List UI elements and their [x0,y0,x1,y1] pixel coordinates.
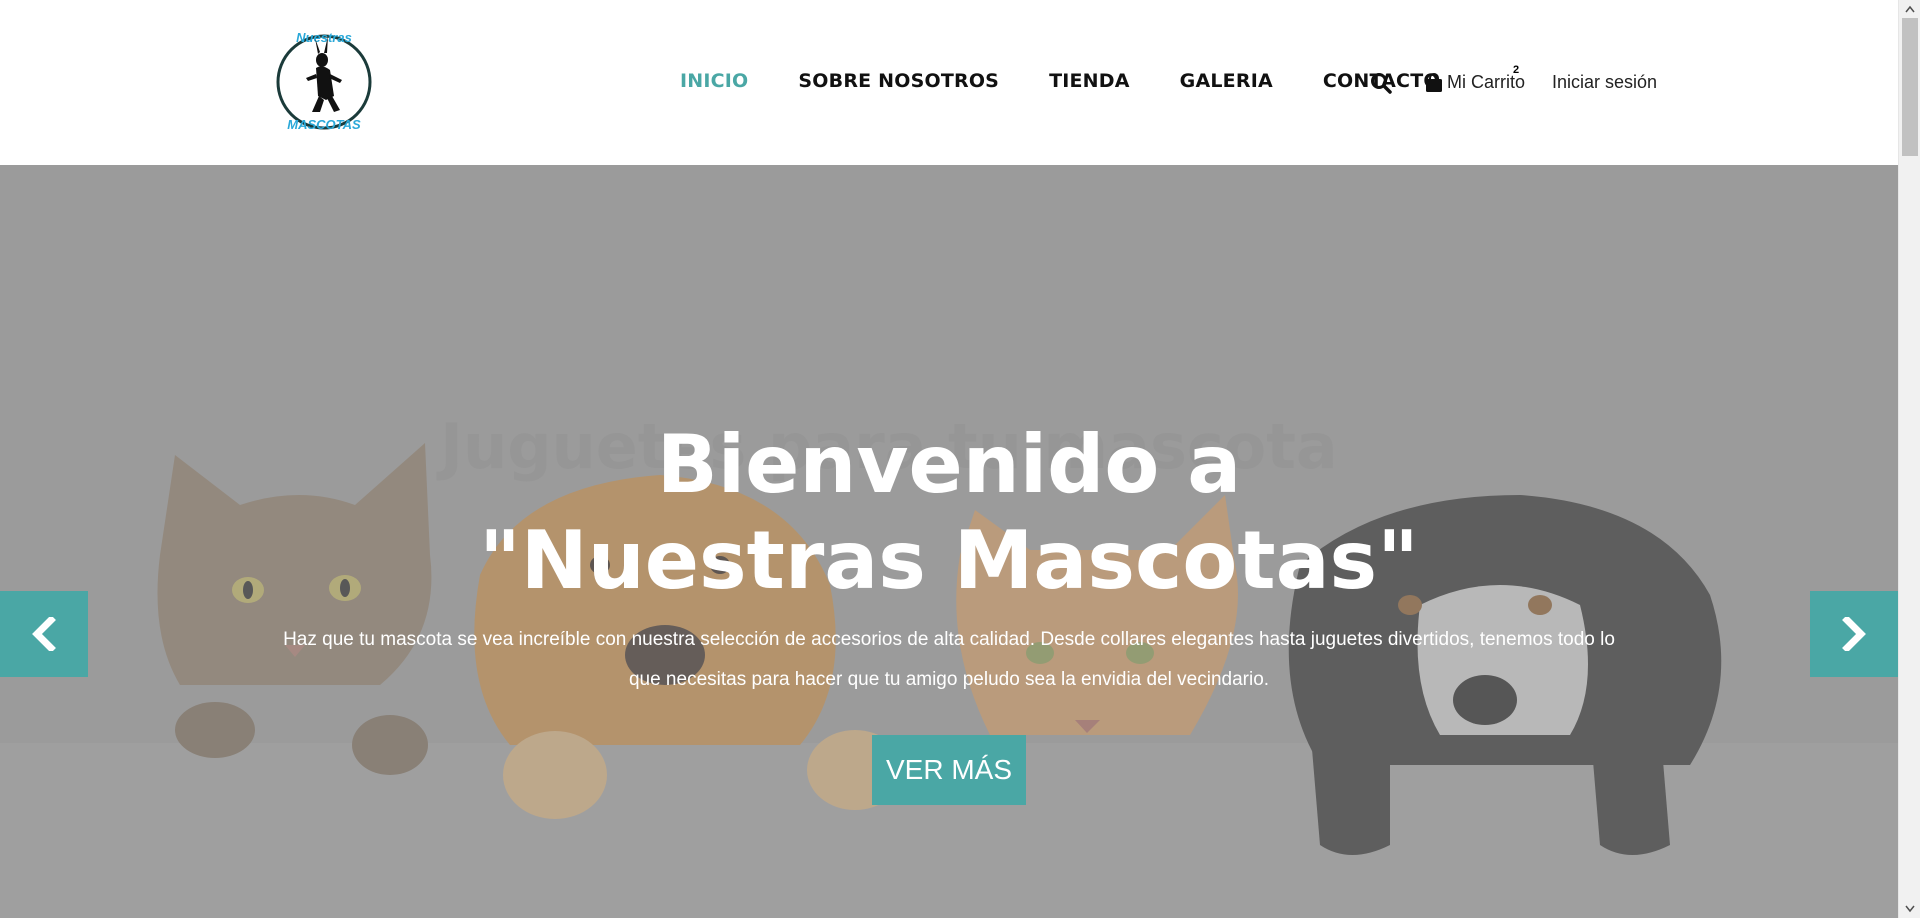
shopping-bag-icon [1426,72,1442,92]
cart-count-badge: 2 [1513,64,1520,76]
slider-prev-button[interactable] [0,591,88,677]
logo-image: Nuestras MASCOTAS [276,30,372,132]
site-logo[interactable]: Nuestras MASCOTAS [272,26,376,134]
nav-tienda[interactable]: TIENDA [1049,70,1130,92]
slider-next-button[interactable] [1810,591,1898,677]
scroll-up-icon[interactable] [1905,5,1915,13]
scroll-down-icon[interactable] [1905,905,1915,913]
chevron-left-icon [32,617,56,651]
site-header: Nuestras MASCOTAS INICIO SOBRE NOSOTROS … [0,0,1898,165]
page-scrollbar[interactable] [1898,0,1920,918]
hero-title-line1: Bienvenido a [656,418,1242,511]
scrollbar-thumb[interactable] [1902,18,1918,156]
main-nav: INICIO SOBRE NOSOTROS TIENDA GALERIA CON… [680,70,1490,92]
search-icon[interactable] [1370,72,1392,94]
hero-slider: Juguetes para tu mascota Bienvenido a "N… [0,165,1898,918]
hero-title: Bienvenido a "Nuestras Mascotas" [0,417,1898,609]
chevron-right-icon [1842,617,1866,651]
nav-inicio[interactable]: INICIO [680,70,748,92]
logo-text-top: Nuestras [296,30,352,45]
nav-galeria[interactable]: GALERIA [1180,70,1273,92]
hero-title-line2: "Nuestras Mascotas" [479,514,1419,607]
hero-description: Haz que tu mascota se vea increíble con … [283,629,1615,690]
cart-link[interactable]: Mi Carrito 2 [1425,64,1525,93]
ver-mas-button[interactable]: VER MÁS [872,735,1026,805]
login-link[interactable]: Iniciar sesión [1552,72,1657,93]
logo-text-bottom: MASCOTAS [287,117,361,132]
nav-sobre-nosotros[interactable]: SOBRE NOSOTROS [798,70,999,92]
